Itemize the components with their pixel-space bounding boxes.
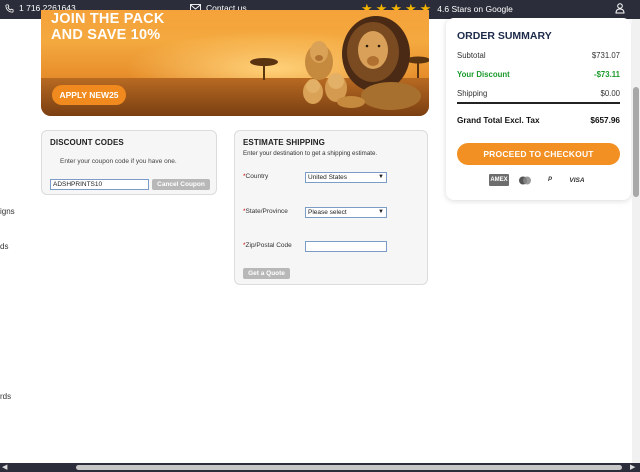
apply-code-button[interactable]: APPLY NEW25: [52, 85, 126, 105]
grand-total-value: $657.96: [590, 116, 620, 125]
shipping-subtitle: Enter your destination to get a shipping…: [243, 150, 378, 157]
subtotal-label: Subtotal: [457, 51, 486, 60]
shipping-value: $0.00: [600, 89, 620, 98]
mastercard-icon: [517, 174, 533, 186]
vertical-scrollbar[interactable]: [632, 19, 640, 463]
discount-row: Your Discount -$73.11: [457, 70, 620, 79]
discount-label: Your Discount: [457, 70, 510, 79]
sidebar-fragment[interactable]: igns: [0, 207, 15, 216]
state-value: Please select: [308, 209, 347, 216]
discount-value: -$73.11: [593, 70, 620, 79]
banner-headline-line2: AND SAVE 10%: [51, 27, 161, 43]
coupon-input[interactable]: [50, 179, 149, 190]
banner-headline: JOIN THE PACK AND SAVE 10%: [51, 11, 165, 43]
lion-family-illustration: [250, 16, 429, 110]
order-summary: ORDER SUMMARY Subtotal $731.07 Your Disc…: [446, 18, 631, 200]
sidebar-fragment[interactable]: ds: [0, 242, 8, 251]
rating-text: 4.6 Stars on Google: [437, 4, 513, 14]
state-label: *State/Province: [243, 208, 288, 215]
zip-input[interactable]: [305, 241, 387, 252]
chevron-down-icon: ▼: [378, 174, 384, 180]
banner-headline-line1: JOIN THE PACK: [51, 11, 165, 27]
get-quote-button[interactable]: Get a Quote: [243, 268, 290, 279]
discount-title: DISCOUNT CODES: [50, 138, 124, 147]
state-select[interactable]: Please select ▼: [305, 207, 387, 218]
summary-divider: [457, 102, 620, 104]
proceed-to-checkout-button[interactable]: PROCEED TO CHECKOUT: [457, 143, 620, 165]
discount-codes-panel: DISCOUNT CODES Enter your coupon code if…: [41, 130, 217, 195]
account-button[interactable]: [615, 3, 625, 16]
promo-banner[interactable]: JOIN THE PACK AND SAVE 10% APPLY NEW25: [41, 10, 429, 116]
paypal-icon: P: [547, 177, 552, 183]
country-value: United States: [308, 174, 348, 181]
amex-icon: AMEX: [489, 174, 509, 186]
chevron-down-icon: ▼: [378, 209, 384, 215]
country-label-text: Country: [245, 173, 269, 180]
discount-hint: Enter your coupon code if you have one.: [60, 158, 177, 165]
zip-label-text: Zip/Postal Code: [245, 242, 292, 249]
state-label-text: State/Province: [245, 208, 288, 215]
estimate-shipping-panel: ESTIMATE SHIPPING Enter your destination…: [234, 130, 428, 285]
scroll-left-arrow[interactable]: ◀: [2, 463, 7, 472]
visa-icon: VISA: [569, 176, 585, 184]
vertical-scroll-thumb[interactable]: [633, 87, 639, 197]
subtotal-row: Subtotal $731.07: [457, 51, 620, 60]
cancel-coupon-button[interactable]: Cancel Coupon: [152, 179, 210, 190]
order-summary-title: ORDER SUMMARY: [457, 30, 552, 42]
shipping-title: ESTIMATE SHIPPING: [243, 138, 326, 147]
country-select[interactable]: United States ▼: [305, 172, 387, 183]
country-label: *Country: [243, 173, 268, 180]
grand-total-label: Grand Total Excl. Tax: [457, 116, 540, 125]
shipping-row: Shipping $0.00: [457, 89, 620, 98]
phone-icon: [5, 3, 14, 13]
horizontal-scroll-thumb[interactable]: [76, 465, 622, 470]
sidebar-fragment[interactable]: rds: [0, 392, 11, 401]
grand-total-row: Grand Total Excl. Tax $657.96: [457, 116, 620, 125]
user-icon: [615, 3, 625, 14]
shipping-label: Shipping: [457, 89, 488, 98]
zip-label: *Zip/Postal Code: [243, 242, 292, 249]
horizontal-scrollbar[interactable]: ◀ ▶: [0, 463, 640, 472]
scroll-right-arrow[interactable]: ▶: [630, 463, 635, 472]
subtotal-value: $731.07: [591, 51, 620, 60]
